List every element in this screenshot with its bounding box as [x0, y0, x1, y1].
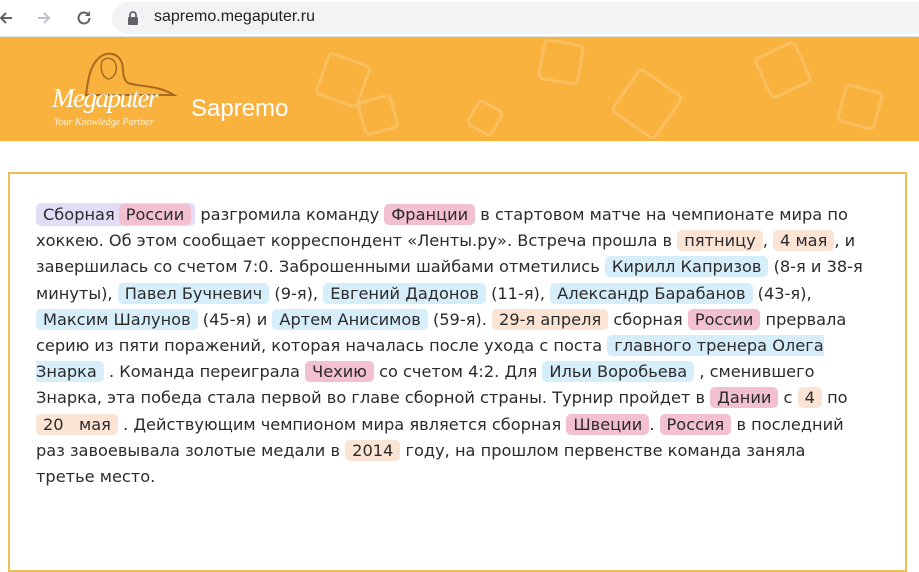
entity-date[interactable]: 4 мая	[773, 230, 835, 252]
decorative-square	[464, 97, 506, 139]
entity-location[interactable]: Франции	[384, 204, 476, 225]
entity-person[interactable]: Максим Шалунов	[36, 308, 198, 330]
plain-text: (59-я).	[432, 309, 487, 329]
logo-tagline: Your Knowledge Partner	[54, 117, 154, 128]
arrow-left-icon	[0, 12, 12, 24]
plain-text: . Команда переиграла	[109, 362, 300, 382]
entity-date[interactable]: 20 мая	[36, 413, 118, 435]
plain-text: (43-я),	[757, 283, 812, 303]
app-header: Megaputer Your Knowledge Partner Sapremo	[0, 37, 919, 141]
plain-text: . Действующим чемпионом мира является сб…	[123, 414, 562, 434]
url-text: sapremo.megaputer.ru	[154, 8, 315, 25]
entity-location[interactable]: России	[118, 204, 192, 225]
entity-person[interactable]: Павел Бучневич	[117, 282, 270, 304]
decorative-square	[835, 82, 885, 132]
entity-location[interactable]: Швеции	[566, 413, 650, 435]
entity-text: 20	[43, 414, 64, 434]
megaputer-logo[interactable]: Megaputer Your Knowledge Partner	[48, 49, 188, 133]
back-button[interactable]	[0, 6, 18, 30]
decorative-square	[609, 66, 685, 141]
plain-text: со счетом 4:2. Для	[379, 362, 538, 382]
entity-person[interactable]: Кирилл Капризов	[604, 256, 769, 278]
plain-text: с	[783, 388, 793, 408]
entity-person[interactable]: Евгений Дадонов	[323, 282, 486, 304]
plain-text: сборная	[613, 309, 683, 329]
plain-text: разгромила команду	[200, 205, 380, 224]
entity-location[interactable]: России	[687, 308, 761, 330]
plain-text: (9-я),	[274, 283, 319, 303]
entity-text: Сборная	[43, 205, 115, 224]
reload-button[interactable]	[72, 6, 96, 30]
entity-person[interactable]: Ильи Воробьева	[542, 361, 695, 383]
plain-text: (45-я) и	[202, 309, 268, 329]
entity-location[interactable]: Чехию	[305, 361, 374, 383]
decorative-square	[752, 39, 814, 101]
entity-date[interactable]: 29-я апреля	[492, 308, 609, 330]
entity-text: мая	[79, 414, 111, 434]
plain-text: ,	[762, 231, 768, 251]
plain-text: по	[827, 388, 848, 408]
app-title: Sapremo	[191, 95, 289, 122]
content-panel: Сборная России разгромила команду Франции…	[8, 172, 907, 572]
entity-location[interactable]: Дании	[710, 387, 779, 409]
logo-text: Megaputer	[52, 83, 158, 113]
reload-icon	[77, 11, 91, 25]
decorative-square	[536, 37, 586, 87]
plain-text: (11-я),	[491, 283, 546, 303]
entity-person[interactable]: Александр Барабанов	[550, 282, 753, 304]
plain-text: .	[649, 414, 655, 434]
entity-location[interactable]: Россия	[659, 413, 732, 435]
entity-organization[interactable]: Сборная России	[36, 203, 196, 226]
entity-person[interactable]: Артем Анисимов	[272, 308, 428, 330]
browser-toolbar: sapremo.megaputer.ru	[0, 0, 919, 37]
annotated-article: Сборная России разгромила команду Франции…	[36, 202, 866, 490]
arrow-right-icon	[38, 12, 51, 24]
address-bar[interactable]: sapremo.megaputer.ru	[112, 2, 919, 34]
lock-icon	[128, 11, 138, 25]
entity-date[interactable]: пятницу	[677, 230, 763, 252]
forward-button[interactable]	[32, 6, 56, 30]
entity-date[interactable]: 2014	[345, 439, 401, 461]
decorative-square	[355, 92, 401, 138]
entity-date[interactable]: 4	[797, 387, 822, 409]
